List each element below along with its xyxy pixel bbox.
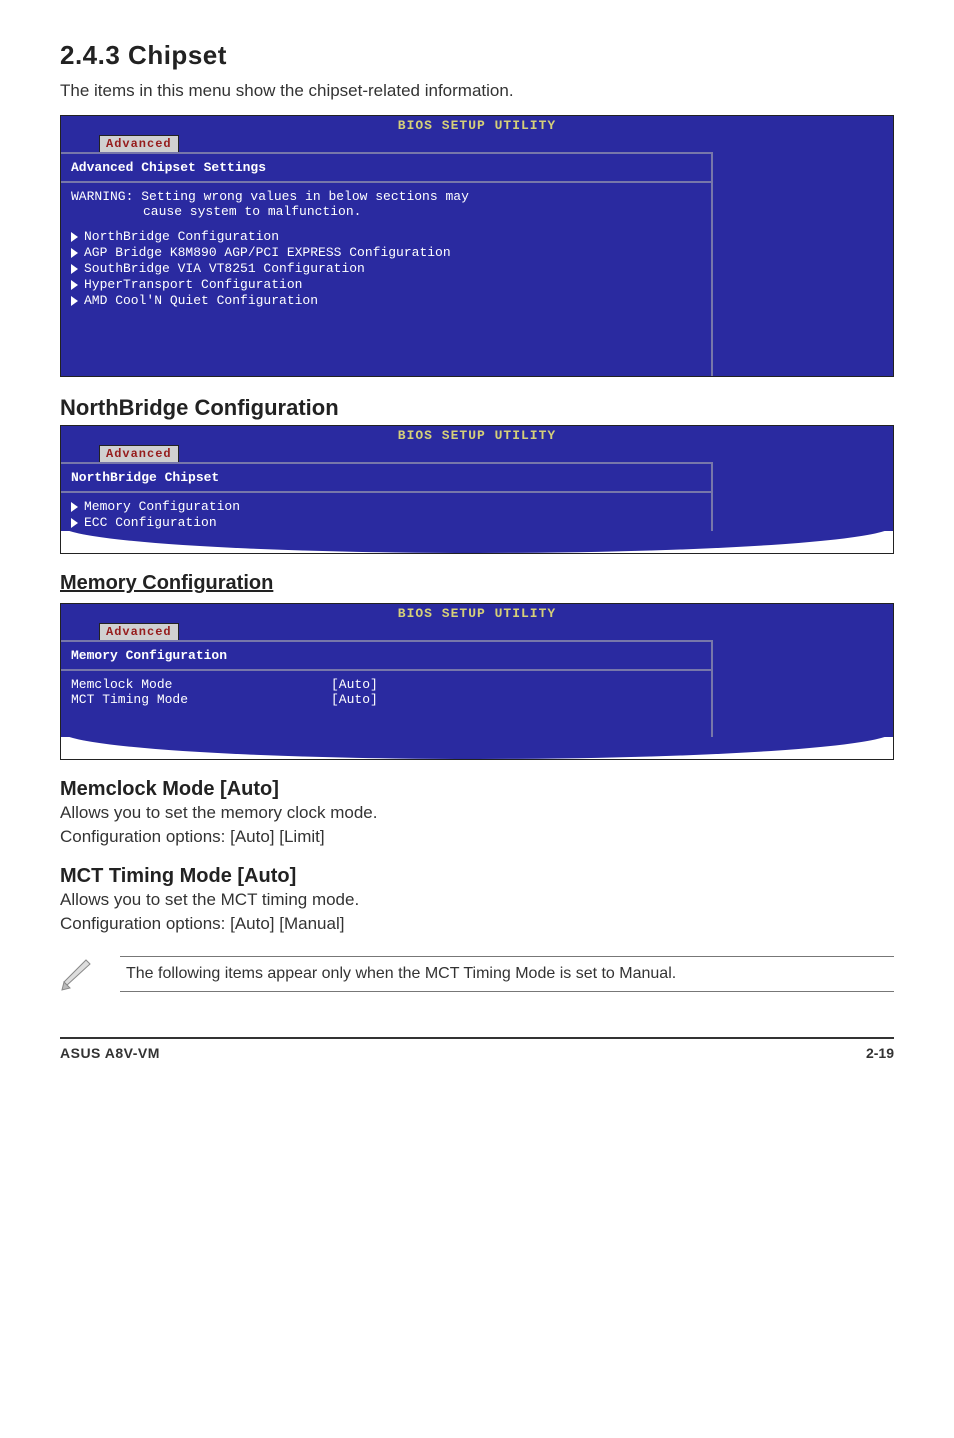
bios-titlebar: BIOS SETUP UTILITY Advanced — [61, 426, 893, 462]
mct-timing-heading: MCT Timing Mode [Auto] — [60, 865, 894, 888]
memclock-mode-options: Configuration options: [Auto] [Limit] — [60, 827, 894, 847]
note-text: The following items appear only when the… — [120, 956, 894, 992]
bios-panel-header: Memory Configuration — [61, 640, 711, 671]
bios-title: BIOS SETUP UTILITY — [61, 118, 893, 133]
footer-page-number: 2-19 — [866, 1045, 894, 1061]
triangle-icon — [71, 518, 78, 528]
bios-submenu-item: AGP Bridge K8M890 AGP/PCI EXPRESS Config… — [71, 245, 701, 260]
bios-item-label: Memory Configuration — [84, 499, 240, 514]
bios-submenu-item: HyperTransport Configuration — [71, 277, 701, 292]
bios-setting-key: MCT Timing Mode — [71, 692, 331, 707]
note-row: The following items appear only when the… — [60, 956, 894, 997]
bios-warning-line2: cause system to malfunction. — [71, 204, 701, 219]
memory-config-heading: Memory Configuration — [60, 572, 894, 595]
triangle-icon — [71, 264, 78, 274]
bios-item-label: HyperTransport Configuration — [84, 277, 302, 292]
bios-screenshot-chipset: BIOS SETUP UTILITY Advanced Advanced Chi… — [60, 115, 894, 377]
bios-submenu-item: NorthBridge Configuration — [71, 229, 701, 244]
page-footer: ASUS A8V-VM 2-19 — [60, 1037, 894, 1061]
bios-tab-advanced: Advanced — [99, 445, 179, 462]
bios-item-label: SouthBridge VIA VT8251 Configuration — [84, 261, 365, 276]
bios-setting-row: MCT Timing Mode [Auto] — [71, 692, 701, 707]
triangle-icon — [71, 280, 78, 290]
mct-timing-desc: Allows you to set the MCT timing mode. — [60, 890, 894, 910]
bios-setting-value: [Auto] — [331, 677, 378, 692]
bios-title: BIOS SETUP UTILITY — [61, 606, 893, 621]
triangle-icon — [71, 502, 78, 512]
bios-submenu-item: SouthBridge VIA VT8251 Configuration — [71, 261, 701, 276]
triangle-icon — [71, 296, 78, 306]
bios-titlebar: BIOS SETUP UTILITY Advanced — [61, 604, 893, 640]
bios-submenu-item: Memory Configuration — [71, 499, 701, 514]
bios-screenshot-northbridge: BIOS SETUP UTILITY Advanced NorthBridge … — [60, 425, 894, 554]
bios-help-panel — [711, 640, 893, 749]
bios-warning-line1: WARNING: Setting wrong values in below s… — [71, 189, 701, 204]
bios-screenshot-memory: BIOS SETUP UTILITY Advanced Memory Confi… — [60, 603, 894, 760]
bios-panel-header: NorthBridge Chipset — [61, 462, 711, 493]
section-intro: The items in this menu show the chipset-… — [60, 81, 894, 101]
bios-tab-advanced: Advanced — [99, 135, 179, 152]
bios-item-label: NorthBridge Configuration — [84, 229, 279, 244]
bios-help-panel — [711, 152, 893, 376]
triangle-icon — [71, 248, 78, 258]
bios-titlebar: BIOS SETUP UTILITY Advanced — [61, 116, 893, 152]
bios-setting-value: [Auto] — [331, 692, 378, 707]
note-icon — [60, 956, 96, 997]
bios-submenu-item: AMD Cool'N Quiet Configuration — [71, 293, 701, 308]
bios-item-label: ECC Configuration — [84, 515, 217, 530]
bios-title: BIOS SETUP UTILITY — [61, 428, 893, 443]
bios-tab-advanced: Advanced — [99, 623, 179, 640]
bios-setting-row: Memclock Mode [Auto] — [71, 677, 701, 692]
northbridge-heading: NorthBridge Configuration — [60, 395, 894, 421]
footer-product: ASUS A8V-VM — [60, 1045, 160, 1061]
bios-setting-key: Memclock Mode — [71, 677, 331, 692]
mct-timing-options: Configuration options: [Auto] [Manual] — [60, 914, 894, 934]
section-title: 2.4.3 Chipset — [60, 40, 894, 71]
bios-submenu-item: ECC Configuration — [71, 515, 701, 530]
bios-item-label: AMD Cool'N Quiet Configuration — [84, 293, 318, 308]
triangle-icon — [71, 232, 78, 242]
memclock-mode-heading: Memclock Mode [Auto] — [60, 778, 894, 801]
memclock-mode-desc: Allows you to set the memory clock mode. — [60, 803, 894, 823]
bios-panel-header: Advanced Chipset Settings — [61, 152, 711, 183]
bios-item-label: AGP Bridge K8M890 AGP/PCI EXPRESS Config… — [84, 245, 451, 260]
